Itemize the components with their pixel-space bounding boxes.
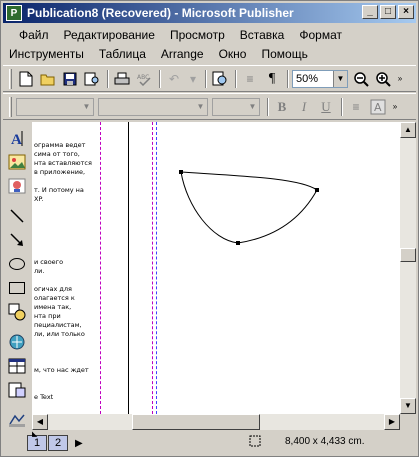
scroll-down-icon[interactable]: ▼ xyxy=(400,398,416,414)
scroll-right-icon[interactable]: ▶ xyxy=(384,414,400,430)
picture-frame-icon[interactable] xyxy=(5,150,29,174)
font-size-select[interactable]: ▼ xyxy=(212,97,260,116)
page-fold-icon: ◣ xyxy=(32,431,38,438)
vertical-scrollbar[interactable]: ▲ ▼ xyxy=(400,122,416,414)
toolbar-grip[interactable] xyxy=(9,68,12,89)
page-1-button[interactable]: ◣ 1 xyxy=(27,431,47,451)
clip-art-icon[interactable] xyxy=(5,174,29,198)
menu-row-1: Файл Редактирование Просмотр Вставка Фор… xyxy=(3,25,416,44)
shape-handle[interactable] xyxy=(179,170,183,174)
page-2-button[interactable]: 2 xyxy=(48,435,68,451)
scroll-thumb[interactable] xyxy=(132,414,260,430)
columns-icon[interactable]: ≡ xyxy=(240,69,260,89)
menu-edit[interactable]: Редактирование xyxy=(64,28,155,42)
publication-canvas[interactable]: ограмма ведет сима от того, нта вставляютс… xyxy=(32,122,400,414)
standard-toolbar: ABC ↶ ▾ ≡ ¶ 50% ▼ » xyxy=(3,65,416,92)
position-icon xyxy=(249,435,261,447)
bold-button[interactable]: B xyxy=(272,97,292,117)
menu-insert[interactable]: Вставка xyxy=(240,28,285,42)
objects-toolbar: A xyxy=(3,122,31,440)
chevron-down-icon[interactable]: ▼ xyxy=(333,70,347,87)
table-frame-icon[interactable] xyxy=(5,354,29,378)
scroll-thumb[interactable] xyxy=(400,248,416,262)
style-select[interactable]: ▼ xyxy=(16,97,94,116)
shape-handle[interactable] xyxy=(315,188,319,192)
menu-arrange[interactable]: Arrange xyxy=(161,47,204,61)
arrow-icon[interactable] xyxy=(5,228,29,252)
chevron-down-icon[interactable]: ▼ xyxy=(246,99,259,115)
toolbar-options-icon[interactable]: » xyxy=(390,97,400,117)
zoom-select[interactable]: 50% ▼ xyxy=(292,69,348,88)
object-icon[interactable] xyxy=(5,408,29,432)
font-select[interactable]: ▼ xyxy=(98,97,208,116)
open-icon[interactable] xyxy=(38,69,58,89)
print-icon[interactable] xyxy=(112,69,132,89)
undo-icon[interactable]: ↶ xyxy=(164,69,184,89)
autoshapes-icon[interactable] xyxy=(5,300,29,324)
svg-text:A: A xyxy=(374,101,382,114)
zoom-value: 50% xyxy=(296,72,319,85)
toolbar-separator xyxy=(235,69,237,88)
menu-window[interactable]: Окно xyxy=(219,47,247,61)
formatting-toolbar: ▼ ▼ ▼ B I U ≡ A » xyxy=(3,93,416,120)
wordart-icon[interactable] xyxy=(5,378,29,402)
toolbar-separator xyxy=(159,69,161,88)
zoom-in-icon[interactable] xyxy=(373,69,393,89)
maximize-button[interactable]: □ xyxy=(380,5,396,19)
chevron-down-icon[interactable]: ▼ xyxy=(80,99,93,115)
toolbar-grip[interactable] xyxy=(9,96,12,117)
menu-help[interactable]: Помощь xyxy=(261,47,307,61)
position-readout: 8,400 x 4,433 cm. xyxy=(285,435,365,447)
status-bar: ◣ 1 2 ▶ 8,400 x 4,433 cm. xyxy=(3,431,416,454)
menu-row-2: Инструменты Таблица Arrange Окно Помощь xyxy=(3,44,416,63)
scroll-up-icon[interactable]: ▲ xyxy=(400,122,416,138)
publisher-app-icon[interactable]: P xyxy=(6,5,22,21)
horizontal-scrollbar[interactable]: ◀ ▶ xyxy=(32,414,400,430)
print-preview-icon[interactable] xyxy=(210,69,230,89)
new-icon[interactable] xyxy=(16,69,36,89)
toolbar-options-icon[interactable]: » xyxy=(395,69,405,89)
status-position: 8,400 x 4,433 cm. xyxy=(249,435,365,447)
freeform-shape[interactable] xyxy=(32,122,400,414)
underline-button[interactable]: U xyxy=(316,97,336,117)
menu-format[interactable]: Формат xyxy=(299,28,342,42)
menu-file[interactable]: Файл xyxy=(19,28,49,42)
menu-tools[interactable]: Инструменты xyxy=(9,47,84,61)
toolbar-separator xyxy=(267,97,269,116)
menu-bar: Файл Редактирование Просмотр Вставка Фор… xyxy=(3,25,416,63)
zoom-out-icon[interactable] xyxy=(351,69,371,89)
window-title: Publication8 (Recovered) - Microsoft Pub… xyxy=(27,6,294,20)
line-icon[interactable] xyxy=(5,204,29,228)
italic-button[interactable]: I xyxy=(294,97,314,117)
minimize-button[interactable]: _ xyxy=(362,5,378,19)
oval-icon[interactable] xyxy=(5,252,29,276)
paragraph-icon[interactable]: ¶ xyxy=(262,69,282,89)
align-left-icon[interactable]: ≡ xyxy=(346,97,366,117)
text-style-icon[interactable]: A xyxy=(368,97,388,117)
menu-view[interactable]: Просмотр xyxy=(170,28,225,42)
toolbar-separator xyxy=(287,69,289,88)
redo-icon[interactable]: ▾ xyxy=(186,69,200,89)
title-bar[interactable]: P Publication8 (Recovered) - Microsoft P… xyxy=(3,3,416,23)
rectangle-icon[interactable] xyxy=(5,276,29,300)
chevron-down-icon[interactable]: ▼ xyxy=(194,99,207,115)
search-icon[interactable] xyxy=(82,69,102,89)
toolbar-separator xyxy=(341,97,343,116)
scroll-left-icon[interactable]: ◀ xyxy=(32,414,48,430)
shape-handle[interactable] xyxy=(236,241,240,245)
toolbar-separator xyxy=(205,69,207,88)
close-button[interactable]: × xyxy=(398,5,414,19)
publisher-window: P Publication8 (Recovered) - Microsoft P… xyxy=(0,0,419,457)
text-frame-icon[interactable]: A xyxy=(5,126,29,150)
svg-text:A: A xyxy=(11,132,22,147)
menu-table[interactable]: Таблица xyxy=(99,47,146,61)
spellcheck-icon[interactable]: ABC xyxy=(134,69,154,89)
next-page-icon[interactable]: ▶ xyxy=(75,438,83,449)
hotspot-icon[interactable] xyxy=(5,330,29,354)
save-icon[interactable] xyxy=(60,69,80,89)
toolbar-separator xyxy=(107,69,109,88)
